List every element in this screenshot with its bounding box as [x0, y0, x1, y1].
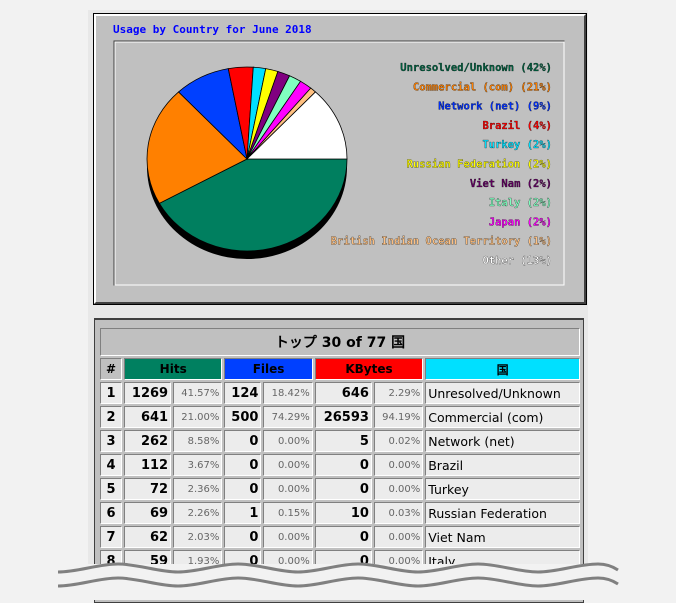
hits-value: 62: [124, 526, 172, 548]
country-name: Viet Nam: [425, 526, 580, 548]
legend-item: Turkey (2%): [482, 139, 552, 151]
legend-item: Commercial (com) (21%): [413, 81, 552, 93]
hits-percent: 2.26%: [173, 502, 223, 524]
files-value: 0: [224, 430, 262, 452]
table-caption: トップ 30 of 77 国: [100, 328, 580, 356]
kbytes-value: 0: [314, 454, 372, 476]
header-country: 国: [425, 358, 580, 380]
legend-item: Japan (2%): [489, 216, 552, 228]
files-value: 500: [224, 406, 262, 428]
legend-item: Russian Federation (2%): [407, 159, 552, 171]
pie-slices: [146, 66, 348, 259]
hits-value: 72: [124, 478, 172, 500]
pie-chart: Usage by Country for June 2018 Unresolve…: [113, 23, 565, 286]
files-value: 0: [224, 454, 262, 476]
row-index: 5: [100, 478, 122, 500]
kbytes-percent: 2.29%: [373, 382, 424, 404]
country-name: Unresolved/Unknown: [425, 382, 580, 404]
legend-item: Network (net) (9%): [438, 101, 552, 113]
kbytes-percent: 0.00%: [373, 454, 424, 476]
table-row: 6 69 2.26% 1 0.15% 10 0.03% Russian Federation: [100, 502, 580, 524]
files-percent: 0.00%: [263, 526, 313, 548]
hits-value: 69: [124, 502, 172, 524]
row-index: 1: [100, 382, 122, 404]
hits-percent: 41.57%: [173, 382, 223, 404]
country-name: Brazil: [425, 454, 580, 476]
files-value: 0: [224, 478, 262, 500]
table-row: 4 112 3.67% 0 0.00% 0 0.00% Brazil: [100, 454, 580, 476]
row-index: 4: [100, 454, 122, 476]
table-row: 1 1269 41.57% 124 18.42% 646 2.29% Unresolved/U…: [100, 382, 580, 404]
kbytes-value: 0: [314, 478, 372, 500]
header-kbytes: KBytes: [314, 358, 424, 380]
header-hits: Hits: [124, 358, 223, 380]
hits-value: 1269: [124, 382, 172, 404]
kbytes-value: 10: [314, 502, 372, 524]
files-value: 124: [224, 382, 262, 404]
torn-edge-waves: [0, 562, 676, 600]
kbytes-value: 0: [314, 526, 372, 548]
kbytes-percent: 0.00%: [373, 526, 424, 548]
files-percent: 0.00%: [263, 430, 313, 452]
files-percent: 0.00%: [263, 478, 313, 500]
legend-item: Italy (2%): [489, 197, 552, 209]
table-row: 2 641 21.00% 500 74.29% 26593 94.19% Commercial…: [100, 406, 580, 428]
table-row: 5 72 2.36% 0 0.00% 0 0.00% Turkey: [100, 478, 580, 500]
files-percent: 18.42%: [263, 382, 313, 404]
hits-percent: 21.00%: [173, 406, 223, 428]
files-value: 1: [224, 502, 262, 524]
legend-item: Other (13%): [482, 255, 552, 267]
legend-item: Viet Nam (2%): [470, 178, 552, 190]
country-name: Turkey: [425, 478, 580, 500]
files-percent: 74.29%: [263, 406, 313, 428]
kbytes-value: 646: [314, 382, 372, 404]
row-index: 7: [100, 526, 122, 548]
hits-percent: 2.03%: [173, 526, 223, 548]
header-index: #: [100, 358, 122, 380]
legend-item: Unresolved/Unknown (42%): [400, 62, 552, 74]
kbytes-percent: 0.03%: [373, 502, 424, 524]
kbytes-percent: 0.02%: [373, 430, 424, 452]
hits-percent: 8.58%: [173, 430, 223, 452]
chart-title: Usage by Country for June 2018: [113, 23, 312, 36]
kbytes-percent: 94.19%: [373, 406, 424, 428]
kbytes-percent: 0.00%: [373, 478, 424, 500]
row-index: 2: [100, 406, 122, 428]
country-name: Network (net): [425, 430, 580, 452]
files-value: 0: [224, 526, 262, 548]
hits-value: 112: [124, 454, 172, 476]
files-percent: 0.15%: [263, 502, 313, 524]
kbytes-value: 5: [314, 430, 372, 452]
country-name: Russian Federation: [425, 502, 580, 524]
kbytes-value: 26593: [314, 406, 372, 428]
hits-percent: 2.36%: [173, 478, 223, 500]
files-percent: 0.00%: [263, 454, 313, 476]
legend-item: Brazil (4%): [482, 120, 552, 132]
hits-percent: 3.67%: [173, 454, 223, 476]
row-index: 3: [100, 430, 122, 452]
header-files: Files: [224, 358, 313, 380]
table-row: 3 262 8.58% 0 0.00% 5 0.02% Network (net): [100, 430, 580, 452]
country-name: Commercial (com): [425, 406, 580, 428]
hits-value: 262: [124, 430, 172, 452]
row-index: 6: [100, 502, 122, 524]
hits-value: 641: [124, 406, 172, 428]
table-row: 7 62 2.03% 0 0.00% 0 0.00% Viet Nam: [100, 526, 580, 548]
top-countries-table: トップ 30 of 77 国 # Hits Files KBytes 国 1 12…: [98, 326, 582, 574]
pie-chart-panel: Usage by Country for June 2018 Unresolve…: [94, 14, 586, 304]
legend-item: British Indian Ocean Territory (1%): [331, 236, 552, 248]
